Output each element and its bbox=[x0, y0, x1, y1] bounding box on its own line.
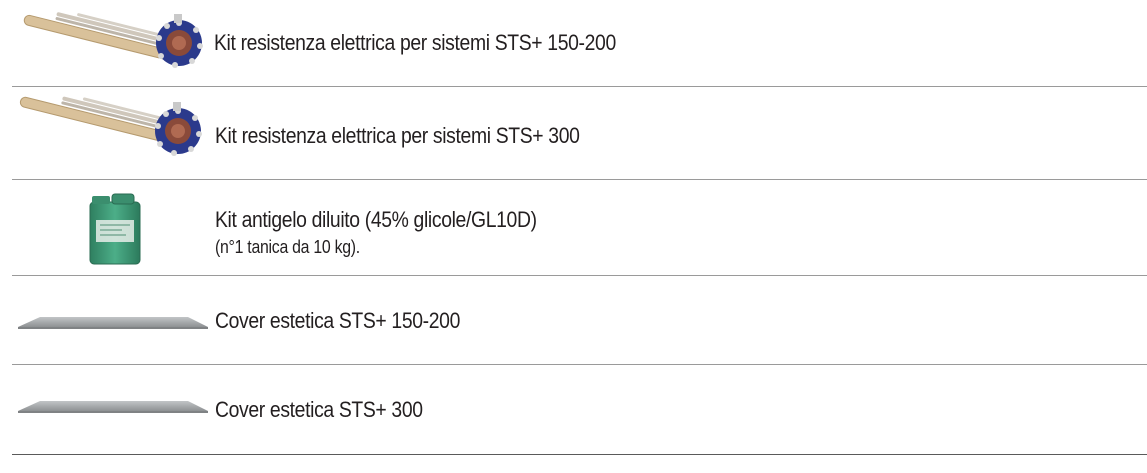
cover-panel-image bbox=[12, 276, 212, 364]
cover-panel-icon bbox=[18, 401, 208, 413]
item-sublabel: (n°1 tanica da 10 kg). bbox=[215, 237, 360, 257]
heating-element-image bbox=[12, 0, 212, 86]
list-item: Kit antigelo diluito (45% glicole/GL10D)… bbox=[12, 180, 1147, 276]
list-item: Cover estetica STS+ 150-200 bbox=[12, 276, 1147, 365]
item-label: Cover estetica STS+ 300 bbox=[215, 397, 423, 422]
accessory-list: Kit resistenza elettrica per sistemi STS… bbox=[0, 0, 1147, 473]
heating-element-icon bbox=[19, 96, 202, 156]
item-label: Cover estetica STS+ 150-200 bbox=[215, 308, 461, 333]
list-item: Cover estetica STS+ 300 bbox=[12, 365, 1147, 455]
cover-panel-icon bbox=[18, 317, 208, 329]
list-item: Kit resistenza elettrica per sistemi STS… bbox=[12, 87, 1147, 180]
item-label: Kit resistenza elettrica per sistemi STS… bbox=[215, 123, 580, 148]
heating-element-image bbox=[12, 87, 212, 179]
list-item: Kit resistenza elettrica per sistemi STS… bbox=[12, 0, 1147, 87]
heating-element-icon bbox=[23, 12, 203, 68]
antifreeze-canister-image bbox=[12, 180, 212, 275]
antifreeze-canister-icon bbox=[89, 193, 141, 265]
item-label: Kit resistenza elettrica per sistemi STS… bbox=[214, 30, 616, 55]
item-label: Kit antigelo diluito (45% glicole/GL10D) bbox=[215, 207, 537, 232]
cover-panel-image bbox=[12, 365, 212, 454]
